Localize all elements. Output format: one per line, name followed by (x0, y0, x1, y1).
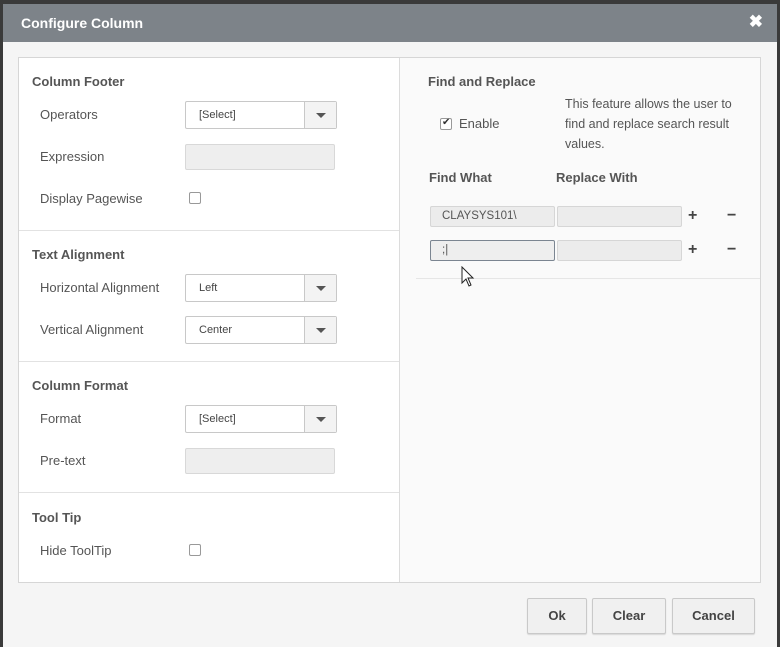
find-input-row-1[interactable]: CLAYSYS101\ (430, 206, 555, 227)
section-title-tool-tip: Tool Tip (32, 510, 82, 525)
horizontal-alignment-value: Left (199, 282, 218, 294)
format-selected-value: [Select] (199, 413, 236, 425)
find-replace-section: Find and Replace Enable This feature all… (400, 58, 760, 582)
mouse-pointer-icon (461, 266, 475, 287)
expression-label: Expression (40, 149, 105, 164)
dialog-titlebar: Configure Column ✖ (3, 4, 777, 42)
chevron-down-icon[interactable] (304, 102, 336, 128)
display-pagewise-checkbox[interactable] (189, 192, 201, 204)
ok-button[interactable]: Ok (527, 598, 587, 634)
replace-input-row-1[interactable] (557, 206, 682, 227)
vertical-alignment-value: Center (199, 324, 233, 336)
replace-with-header: Replace With (556, 170, 638, 185)
hide-tooltip-label: Hide ToolTip (40, 543, 112, 558)
display-pagewise-label: Display Pagewise (40, 191, 143, 206)
remove-row-icon[interactable]: − (727, 242, 736, 258)
feature-description: This feature allows the user to find and… (565, 97, 732, 151)
replace-input-row-2[interactable] (557, 240, 682, 261)
vertical-alignment-select[interactable]: Center (185, 316, 337, 344)
format-label: Format (40, 411, 82, 426)
text-alignment-section: Text Alignment Horizontal Alignment Left… (19, 231, 399, 362)
close-icon[interactable]: ✖ (749, 13, 763, 31)
configure-column-dialog: Configure Column ✖ Column Footer Operato… (3, 4, 777, 647)
cancel-button[interactable]: Cancel (672, 598, 755, 634)
operators-label: Operators (40, 107, 98, 122)
section-title-column-format: Column Format (32, 378, 129, 393)
horizontal-alignment-select[interactable]: Left (185, 274, 337, 302)
add-row-icon[interactable]: + (688, 242, 697, 258)
section-title-column-footer: Column Footer (32, 74, 125, 89)
dialog-title: Configure Column (21, 15, 144, 31)
settings-panel: Column Footer Operators [Select] Express… (18, 57, 761, 583)
remove-row-icon[interactable]: − (727, 208, 736, 224)
section-title-find-replace: Find and Replace (428, 74, 536, 89)
horizontal-alignment-label: Horizontal Alignment (40, 280, 160, 295)
vertical-alignment-label: Vertical Alignment (40, 322, 144, 337)
column-footer-section: Column Footer Operators [Select] Express… (19, 58, 399, 231)
clear-button[interactable]: Clear (592, 598, 666, 634)
expression-input[interactable] (185, 144, 335, 170)
chevron-down-icon[interactable] (304, 317, 336, 343)
find-what-header: Find What (429, 170, 492, 185)
enable-label: Enable (459, 116, 500, 131)
operators-selected-value: [Select] (199, 109, 236, 121)
enable-checkbox[interactable] (440, 117, 452, 130)
section-title-text-alignment: Text Alignment (32, 247, 125, 262)
chevron-down-icon[interactable] (304, 406, 336, 432)
format-select[interactable]: [Select] (185, 405, 337, 433)
left-column: Column Footer Operators [Select] Express… (19, 58, 400, 582)
hide-tooltip-checkbox[interactable] (189, 544, 201, 556)
pretext-label: Pre-text (40, 453, 86, 468)
pretext-input[interactable] (185, 448, 335, 474)
add-row-icon[interactable]: + (688, 208, 697, 224)
chevron-down-icon[interactable] (304, 275, 336, 301)
tool-tip-section: Tool Tip Hide ToolTip (19, 493, 399, 582)
column-format-section: Column Format Format [Select] Pre-text (19, 362, 399, 493)
find-input-row-2[interactable]: ;| (430, 240, 555, 261)
operators-select[interactable]: [Select] (185, 101, 337, 129)
